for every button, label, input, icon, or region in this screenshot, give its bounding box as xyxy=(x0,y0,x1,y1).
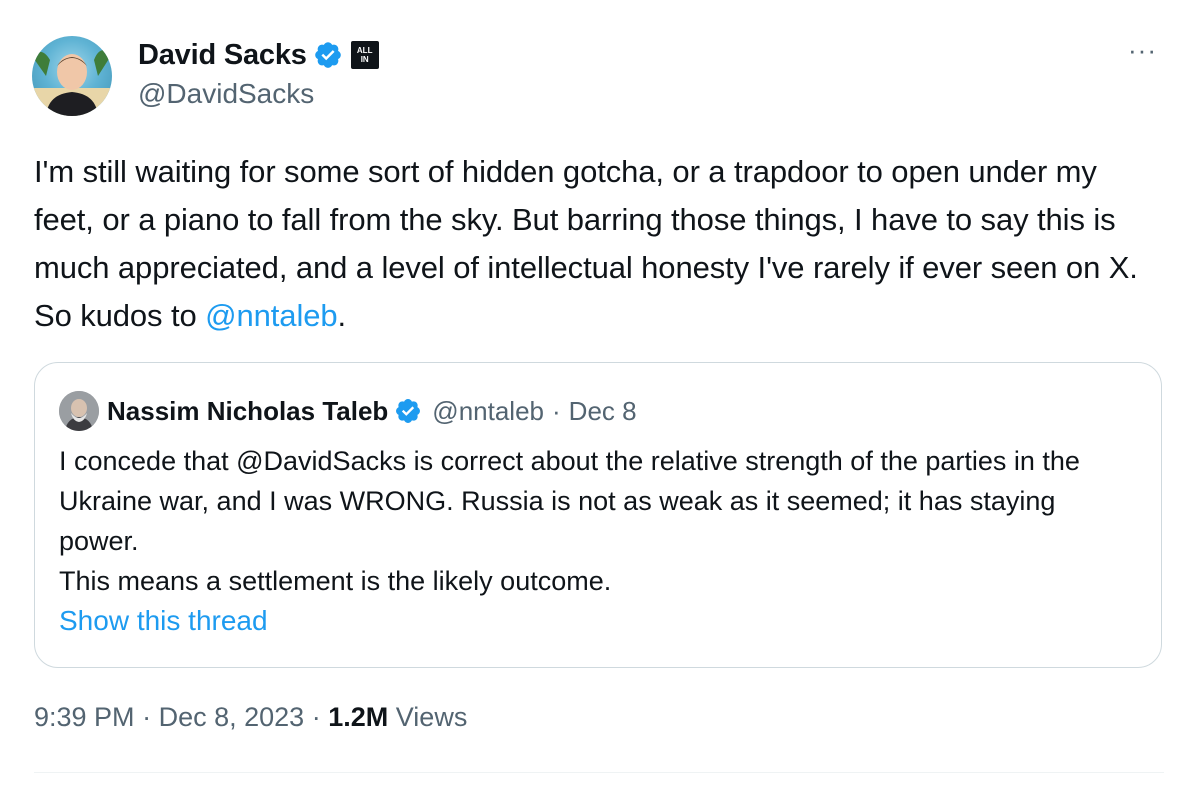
author-name-row: David Sacks ALL IN xyxy=(138,36,379,74)
tweet-meta: 9:39 PM · Dec 8, 2023 · 1.2M Views xyxy=(34,702,467,733)
quoted-author-name[interactable]: Nassim Nicholas Taleb xyxy=(107,396,388,427)
tweet-text-body: I'm still waiting for some sort of hidde… xyxy=(34,154,1138,333)
quoted-tweet-header: Nassim Nicholas Taleb @nntaleb · Dec 8 xyxy=(59,391,637,431)
more-options-icon[interactable]: ··· xyxy=(1128,37,1157,63)
divider xyxy=(34,772,1164,773)
separator-dot: · xyxy=(311,702,321,732)
tweet-text-end: . xyxy=(337,298,347,333)
affiliate-badge-text: ALL IN xyxy=(356,46,373,64)
separator-dot: · xyxy=(552,395,561,426)
mention-link[interactable]: @nntaleb xyxy=(205,298,337,333)
views-count: 1.2M xyxy=(328,702,389,732)
author-display-name[interactable]: David Sacks xyxy=(138,39,307,72)
tweet-date[interactable]: Dec 8, 2023 xyxy=(159,702,305,732)
quoted-tweet-card[interactable]: Nassim Nicholas Taleb @nntaleb · Dec 8 I… xyxy=(34,362,1162,668)
all-in-affiliate-icon[interactable]: ALL IN xyxy=(350,41,379,69)
quoted-tweet-date[interactable]: Dec 8 xyxy=(569,396,637,427)
author-avatar[interactable] xyxy=(32,36,112,116)
separator-dot: · xyxy=(142,702,152,732)
author-handle[interactable]: @DavidSacks xyxy=(138,78,314,110)
quoted-author-avatar[interactable] xyxy=(59,391,99,431)
tweet-text: I'm still waiting for some sort of hidde… xyxy=(34,148,1164,340)
verified-badge-icon[interactable] xyxy=(313,40,343,70)
quoted-tweet-text: I concede that @DavidSacks is correct ab… xyxy=(59,446,1080,596)
verified-badge-icon xyxy=(394,397,422,425)
quoted-author-handle: @nntaleb xyxy=(432,395,544,426)
show-thread-link[interactable]: Show this thread xyxy=(59,605,268,637)
views-label: Views xyxy=(395,702,468,732)
tweet-time[interactable]: 9:39 PM xyxy=(34,702,135,732)
